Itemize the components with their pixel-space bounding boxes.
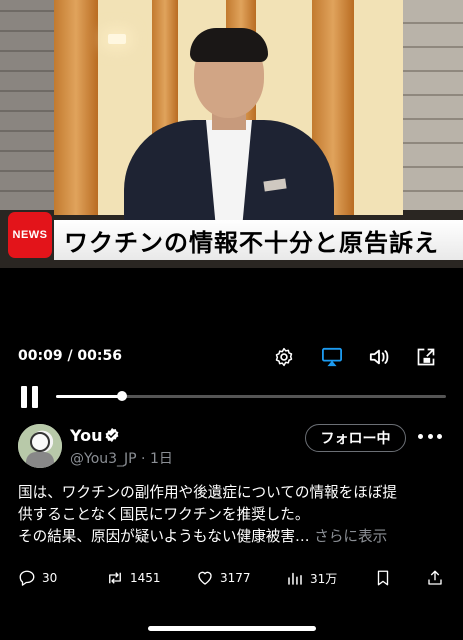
- avatar[interactable]: [18, 424, 62, 468]
- author-name[interactable]: You: [70, 426, 103, 445]
- video-scrubber[interactable]: [56, 391, 446, 401]
- verified-badge-icon: [105, 428, 119, 442]
- views-button[interactable]: 31万: [286, 566, 337, 590]
- gear-icon: [275, 347, 293, 367]
- studio-wall-right: [403, 0, 463, 210]
- heart-icon: [198, 571, 212, 585]
- bar-chart-icon: [288, 572, 302, 585]
- pip-icon: [417, 348, 435, 366]
- scrubber-handle[interactable]: [117, 391, 128, 401]
- post-text: 国は、ワクチンの副作用や後遺症についての情報をほぼ提 供することなく国民にワクチ…: [18, 482, 448, 548]
- more-options-button[interactable]: [418, 426, 442, 446]
- repost-count: 1451: [130, 571, 161, 585]
- reply-icon: [19, 570, 35, 586]
- repost-icon: [109, 572, 121, 584]
- post-text-line: その結果、原因が疑いようもない健康被害…: [18, 528, 310, 545]
- volume-button[interactable]: [367, 345, 391, 369]
- video-player[interactable]: NEWS ワクチンの情報不十分と原告訴え: [0, 0, 463, 268]
- reply-button[interactable]: 30: [18, 566, 57, 590]
- volume-icon: [369, 349, 389, 365]
- bookmark-icon: [377, 570, 389, 586]
- post-text-line: 国は、ワクチンの副作用や後遺症についての情報をほぼ提: [18, 484, 398, 501]
- studio-panel: [354, 0, 403, 215]
- repost-button[interactable]: 1451: [106, 566, 161, 590]
- author-handle[interactable]: @You3_JP · 1日: [70, 448, 173, 468]
- like-button[interactable]: 3177: [196, 566, 251, 590]
- video-progress: [56, 395, 123, 398]
- video-caption: ワクチンの情報不十分と原告訴え: [54, 220, 463, 260]
- pip-button[interactable]: [414, 345, 438, 369]
- home-indicator: [148, 626, 316, 631]
- bookmark-button[interactable]: [374, 566, 392, 590]
- following-button[interactable]: フォロー中: [305, 424, 406, 452]
- show-more-link[interactable]: さらに表示: [314, 528, 387, 545]
- studio-panel: [54, 0, 98, 215]
- news-presenter: [124, 28, 334, 240]
- airplay-icon: [322, 347, 342, 367]
- share-icon: [428, 570, 442, 585]
- pause-icon: [21, 386, 27, 408]
- more-dots-icon: [418, 433, 423, 439]
- post-text-line: 供することなく国民にワクチンを推奨した。: [18, 506, 310, 523]
- studio-wall-left: [0, 0, 54, 210]
- post-actions: 30 1451 3177 31万: [0, 566, 463, 590]
- share-button[interactable]: [426, 566, 444, 590]
- view-count: 31万: [310, 571, 338, 586]
- video-time: 00:09 / 00:56: [18, 348, 122, 364]
- settings-button[interactable]: [272, 345, 296, 369]
- airplay-button[interactable]: [320, 345, 344, 369]
- pause-button[interactable]: [20, 386, 40, 408]
- like-count: 3177: [220, 571, 251, 585]
- reply-count: 30: [42, 571, 58, 585]
- news-badge: NEWS: [8, 212, 52, 258]
